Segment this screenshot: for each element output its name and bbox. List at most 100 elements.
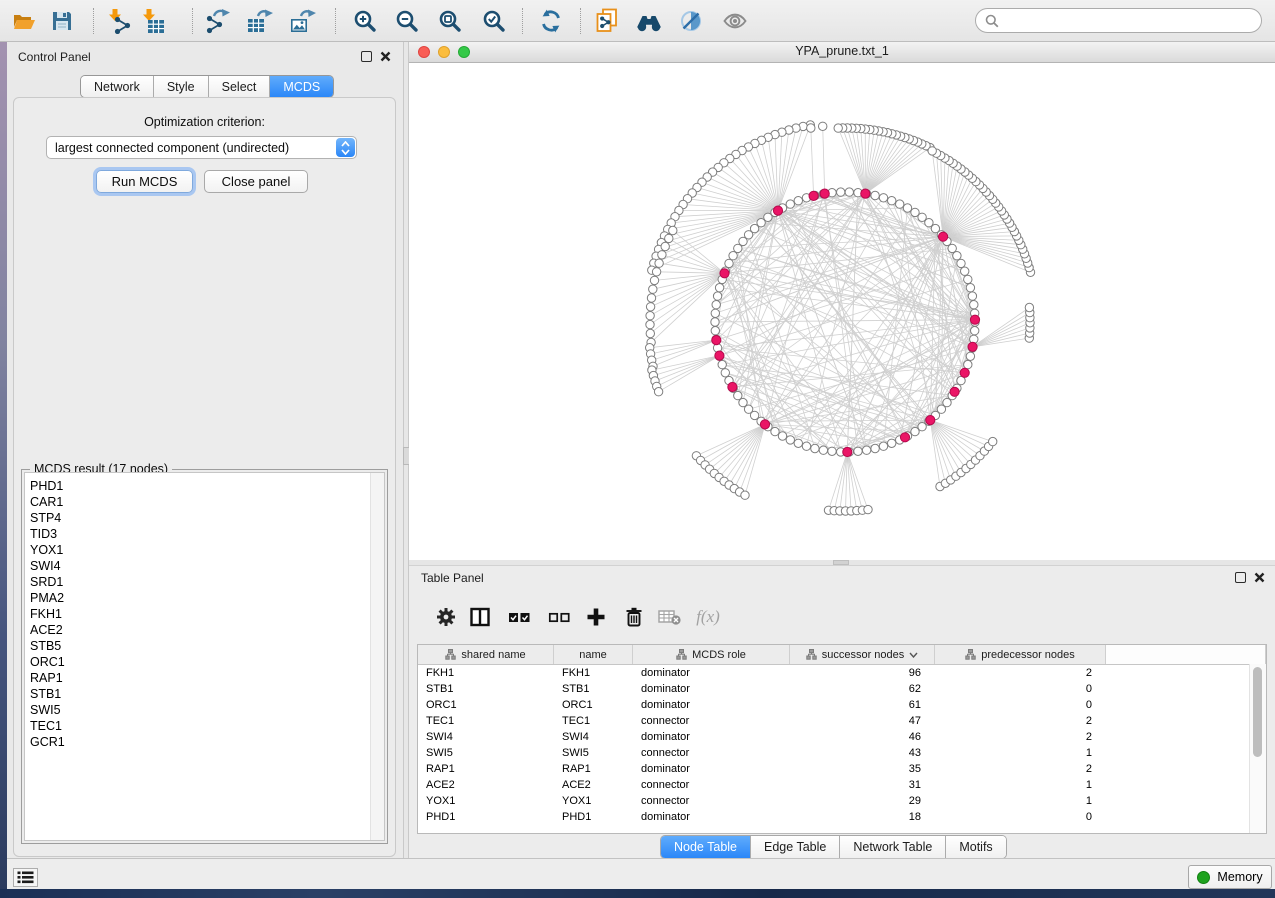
- mcds-result-item[interactable]: PMA2: [25, 590, 384, 606]
- zoom-in-button[interactable]: [351, 7, 379, 35]
- network-canvas[interactable]: [409, 63, 1275, 560]
- mcds-result-item[interactable]: ORC1: [25, 654, 384, 670]
- export-network-icon: [205, 8, 231, 34]
- zoom-selected-button[interactable]: [480, 7, 508, 35]
- maximize-window-icon[interactable]: [458, 46, 470, 58]
- column-header-predecessor-nodes[interactable]: predecessor nodes: [935, 645, 1106, 664]
- mcds-result-item[interactable]: RAP1: [25, 670, 384, 686]
- export-table-button[interactable]: [246, 7, 274, 35]
- deselect-all-icon: [547, 606, 573, 628]
- mcds-result-item[interactable]: PHD1: [25, 478, 384, 494]
- column-header-name[interactable]: name: [554, 645, 633, 664]
- function-builder-button[interactable]: f(x): [693, 604, 723, 630]
- network-document-icon: [594, 8, 620, 34]
- mcds-result-item[interactable]: TID3: [25, 526, 384, 542]
- close-panel-icon[interactable]: [1254, 572, 1265, 583]
- search-input[interactable]: [1004, 13, 1261, 29]
- network-window-titlebar[interactable]: YPA_prune.txt_1: [409, 42, 1275, 63]
- mcds-result-list[interactable]: PHD1CAR1STP4TID3YOX1SWI4SRD1PMA2FKH1ACE2…: [24, 472, 385, 841]
- zoom-out-button[interactable]: [393, 7, 421, 35]
- mcds-result-item[interactable]: SWI5: [25, 702, 384, 718]
- import-table-button[interactable]: [138, 7, 166, 35]
- column-header-shared-name[interactable]: shared name: [418, 645, 554, 664]
- tab-network[interactable]: Network: [81, 76, 153, 97]
- mcds-result-item[interactable]: SRD1: [25, 574, 384, 590]
- show-columns-button[interactable]: [465, 604, 495, 630]
- mcds-result-item[interactable]: ACE2: [25, 622, 384, 638]
- table-row[interactable]: YOX1YOX1connector291: [418, 793, 1266, 809]
- column-header-successor-nodes[interactable]: successor nodes: [790, 645, 935, 664]
- import-network-button[interactable]: [104, 7, 132, 35]
- table-cell: connector: [633, 795, 790, 807]
- mcds-result-item[interactable]: STB1: [25, 686, 384, 702]
- table-row[interactable]: SWI5SWI5connector431: [418, 745, 1266, 761]
- zoom-fit-icon: [437, 8, 463, 34]
- table-row[interactable]: STB1STB1dominator620: [418, 681, 1266, 697]
- search-network-button[interactable]: [635, 7, 663, 35]
- control-panel-tabbar: NetworkStyleSelectMCDS: [80, 75, 334, 98]
- export-network-button[interactable]: [204, 7, 232, 35]
- close-panel-icon[interactable]: [380, 51, 391, 62]
- mcds-result-item[interactable]: GCR1: [25, 734, 384, 750]
- float-panel-icon[interactable]: [361, 51, 372, 62]
- open-folder-icon: [11, 8, 37, 34]
- save-session-button[interactable]: [48, 7, 76, 35]
- tab-style[interactable]: Style: [153, 76, 208, 97]
- export-image-button[interactable]: [289, 7, 317, 35]
- mcds-result-item[interactable]: FKH1: [25, 606, 384, 622]
- scrollbar-thumb[interactable]: [1253, 667, 1262, 757]
- mcds-result-item[interactable]: STB5: [25, 638, 384, 654]
- table-cell: dominator: [633, 683, 790, 695]
- column-header-MCDS-role[interactable]: MCDS role: [633, 645, 790, 664]
- close-panel-button[interactable]: Close panel: [204, 170, 308, 193]
- run-mcds-button[interactable]: Run MCDS: [96, 170, 193, 193]
- table-row[interactable]: FKH1FKH1dominator962: [418, 665, 1266, 681]
- minimize-window-icon[interactable]: [438, 46, 450, 58]
- tab-motifs[interactable]: Motifs: [945, 836, 1005, 858]
- tab-node-table[interactable]: Node Table: [661, 836, 750, 858]
- table-row[interactable]: RAP1RAP1dominator352: [418, 761, 1266, 777]
- tab-select[interactable]: Select: [208, 76, 270, 97]
- table-cell: STB1: [418, 683, 554, 695]
- mcds-result-item[interactable]: SWI4: [25, 558, 384, 574]
- zoom-fit-button[interactable]: [436, 7, 464, 35]
- select-all-button[interactable]: [505, 604, 535, 630]
- memory-button[interactable]: Memory: [1188, 865, 1272, 889]
- delete-column-button[interactable]: [619, 604, 649, 630]
- result-list-scrollbar[interactable]: [370, 473, 384, 840]
- tab-network-table[interactable]: Network Table: [839, 836, 945, 858]
- table-settings-button[interactable]: [431, 604, 461, 630]
- float-panel-icon[interactable]: [1235, 572, 1246, 583]
- hide-details-button[interactable]: [721, 7, 749, 35]
- columns-icon: [469, 606, 491, 628]
- table-row[interactable]: PHD1PHD1dominator180: [418, 809, 1266, 825]
- mcds-result-item[interactable]: YOX1: [25, 542, 384, 558]
- table-row[interactable]: SWI4SWI4dominator462: [418, 729, 1266, 745]
- optimization-select[interactable]: largest connected component (undirected): [46, 136, 357, 159]
- network-document-button[interactable]: [593, 7, 621, 35]
- mcds-result-item[interactable]: CAR1: [25, 494, 384, 510]
- table-row[interactable]: ORC1ORC1dominator610: [418, 697, 1266, 713]
- deselect-all-button[interactable]: [545, 604, 575, 630]
- refresh-button[interactable]: [537, 7, 565, 35]
- close-window-icon[interactable]: [418, 46, 430, 58]
- table-cell: FKH1: [418, 667, 554, 679]
- table-row[interactable]: ACE2ACE2connector311: [418, 777, 1266, 793]
- graphics-details-button[interactable]: [677, 7, 705, 35]
- table-cell: 0: [935, 811, 1106, 823]
- table-tabbar: Node TableEdge TableNetwork TableMotifs: [660, 835, 1007, 859]
- table-row[interactable]: TEC1TEC1connector472: [418, 713, 1266, 729]
- tab-mcds[interactable]: MCDS: [269, 76, 333, 97]
- add-column-button[interactable]: [581, 604, 611, 630]
- mcds-result-item[interactable]: TEC1: [25, 718, 384, 734]
- mcds-result-item[interactable]: STP4: [25, 510, 384, 526]
- toolbar-separator: [522, 8, 523, 34]
- tab-edge-table[interactable]: Edge Table: [750, 836, 839, 858]
- delete-table-button[interactable]: [655, 604, 685, 630]
- toolbar-separator: [580, 8, 581, 34]
- refresh-icon: [538, 8, 564, 34]
- table-cell: FKH1: [554, 667, 633, 679]
- open-file-button[interactable]: [10, 7, 38, 35]
- table-scrollbar[interactable]: [1249, 664, 1266, 833]
- task-history-button[interactable]: [13, 868, 38, 887]
